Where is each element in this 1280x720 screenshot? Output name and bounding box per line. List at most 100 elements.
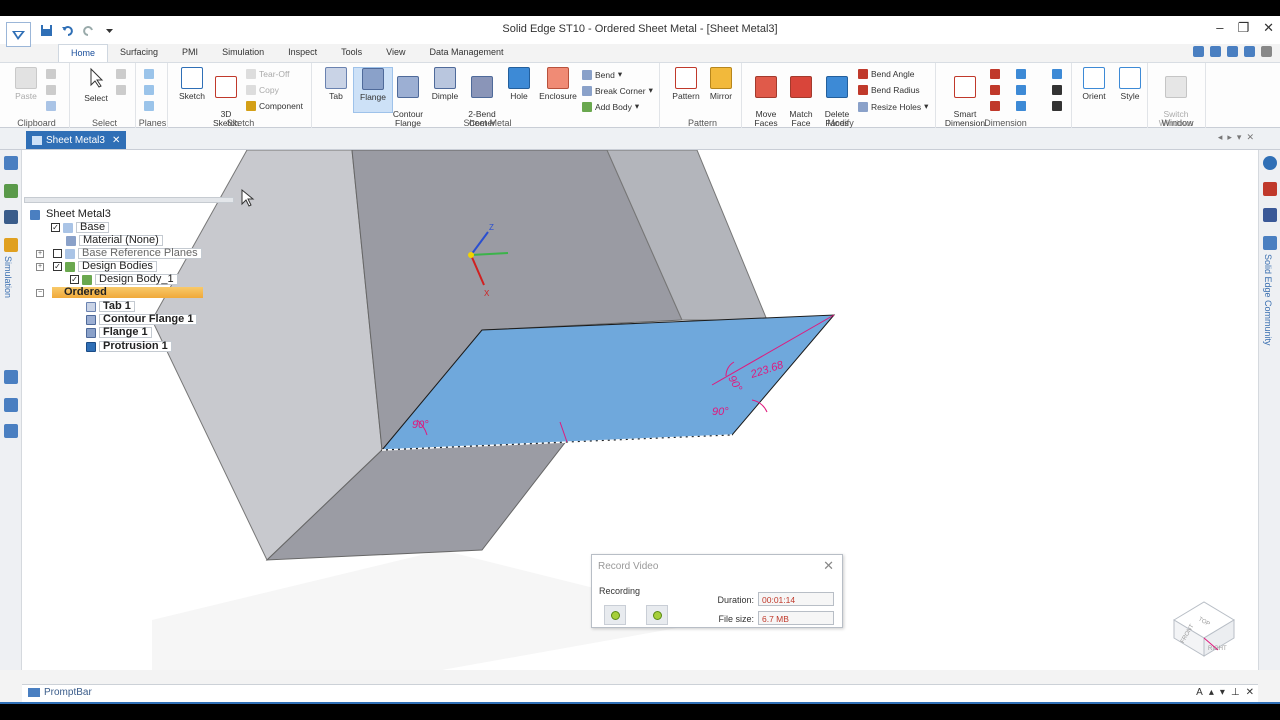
- resize-holes-button[interactable]: Resize Holes ▾: [858, 101, 928, 112]
- text-button[interactable]: [1052, 85, 1062, 95]
- tree-node-design-bodies[interactable]: + ✓ Design Bodies: [36, 261, 157, 272]
- coincident-plane-button[interactable]: [144, 85, 154, 95]
- ribbon-options-icon[interactable]: [1210, 46, 1221, 57]
- break-corner-button[interactable]: Break Corner ▾: [582, 85, 653, 96]
- down-icon[interactable]: ▾: [1220, 687, 1225, 698]
- help-question-icon[interactable]: [1261, 46, 1272, 57]
- tree-node-contour-flange-1[interactable]: Contour Flange 1: [86, 314, 198, 325]
- pin-icon[interactable]: ⊥: [1231, 687, 1240, 698]
- tab-surfacing[interactable]: Surfacing: [108, 44, 170, 62]
- style-button[interactable]: Style: [1110, 67, 1150, 101]
- tab-data-management[interactable]: Data Management: [418, 44, 516, 62]
- close-all-icon[interactable]: ✕: [1246, 132, 1254, 143]
- text-style-button[interactable]: [1052, 101, 1062, 111]
- pattern-button[interactable]: Pattern: [666, 67, 706, 101]
- simulation-label[interactable]: Simulation: [3, 256, 13, 298]
- coordinate-dimension-button[interactable]: [990, 101, 1000, 111]
- select-tools-button[interactable]: [116, 85, 126, 95]
- hole-button[interactable]: Hole: [499, 67, 539, 101]
- mirror-button[interactable]: Mirror: [701, 67, 741, 101]
- bend-button[interactable]: Bend ▾: [582, 69, 622, 80]
- tree-node-tab-1[interactable]: Tab 1: [86, 301, 135, 312]
- enclosure-button[interactable]: Enclosure: [538, 67, 578, 101]
- view-orientation-cube[interactable]: TOP FRONT RIGHT: [1168, 598, 1240, 658]
- orient-button[interactable]: Orient: [1074, 67, 1114, 101]
- layout-icon[interactable]: [1227, 46, 1238, 57]
- distance-between-button[interactable]: [990, 69, 1000, 79]
- reference-planes-checkbox[interactable]: [53, 249, 62, 258]
- close-document-icon[interactable]: ✕: [112, 135, 120, 146]
- tree-node-root[interactable]: Sheet Metal3: [30, 209, 114, 220]
- tree-node-flange-1[interactable]: Flange 1: [86, 327, 152, 338]
- design-bodies-checkbox[interactable]: ✓: [53, 262, 62, 271]
- bend-angle-button[interactable]: Bend Angle: [858, 69, 914, 79]
- angle-dimension-2[interactable]: 90°: [712, 406, 729, 418]
- collapse-ordered[interactable]: −: [36, 288, 44, 297]
- tree-node-ordered[interactable]: − Ordered: [36, 287, 110, 298]
- facebook-icon[interactable]: [1263, 208, 1277, 222]
- pathfinder-icon[interactable]: [4, 156, 18, 170]
- prev-document-icon[interactable]: ◂: [1218, 132, 1223, 143]
- tear-off-button[interactable]: Tear-Off: [246, 69, 290, 79]
- close-prompt-icon[interactable]: ✕: [1246, 687, 1254, 698]
- tree-node-protrusion-1[interactable]: Protrusion 1: [86, 341, 172, 352]
- bend-radius-button[interactable]: Bend Radius: [858, 85, 920, 95]
- layers-icon[interactable]: [4, 184, 18, 198]
- select-button[interactable]: Select: [76, 67, 116, 103]
- expand-reference-planes[interactable]: +: [36, 249, 44, 258]
- views-icon[interactable]: [4, 210, 18, 224]
- community-icon[interactable]: [1263, 236, 1277, 250]
- paste-button[interactable]: Paste: [6, 67, 46, 101]
- tab-inspect[interactable]: Inspect: [276, 44, 329, 62]
- tab-view[interactable]: View: [374, 44, 417, 62]
- copy-button[interactable]: [46, 85, 56, 95]
- close-icon[interactable]: ✕: [1263, 20, 1274, 36]
- add-body-button[interactable]: Add Body ▾: [582, 101, 639, 112]
- document-list-icon[interactable]: ▾: [1237, 132, 1242, 143]
- properties-icon[interactable]: [4, 370, 18, 384]
- annotation-button[interactable]: [1052, 69, 1062, 79]
- tree-node-material[interactable]: Material (None): [66, 235, 163, 246]
- connect-button[interactable]: [1016, 85, 1026, 95]
- arrange-icon[interactable]: [1244, 46, 1255, 57]
- expand-design-bodies[interactable]: +: [36, 262, 44, 271]
- select-filter-button[interactable]: [116, 69, 126, 79]
- angle-dimension-1[interactable]: 90°: [412, 419, 429, 431]
- base-checkbox[interactable]: ✓: [51, 223, 60, 232]
- tab-tools[interactable]: Tools: [329, 44, 374, 62]
- up-icon[interactable]: ▴: [1209, 687, 1214, 698]
- tab-simulation[interactable]: Simulation: [210, 44, 276, 62]
- prompt-bar-tab[interactable]: PromptBar: [28, 687, 92, 698]
- help-circle-icon[interactable]: [1263, 156, 1277, 170]
- tab-home[interactable]: Home: [58, 44, 109, 62]
- plane-button[interactable]: [144, 69, 154, 79]
- record-video-close-icon[interactable]: ✕: [823, 558, 834, 574]
- tree-node-design-body-1[interactable]: ✓ Design Body_1: [70, 274, 178, 285]
- next-document-icon[interactable]: ▸: [1227, 132, 1232, 143]
- simulation-icon[interactable]: [4, 238, 18, 252]
- format-painter-button[interactable]: [46, 101, 56, 111]
- relate-button[interactable]: [1016, 69, 1026, 79]
- family-icon[interactable]: [4, 424, 18, 438]
- youtube-icon[interactable]: [1263, 182, 1277, 196]
- dimple-button[interactable]: Dimple: [425, 67, 465, 101]
- design-body-1-checkbox[interactable]: ✓: [70, 275, 79, 284]
- more-planes-button[interactable]: [144, 101, 154, 111]
- help-icon[interactable]: [1193, 46, 1204, 57]
- library-icon[interactable]: [4, 398, 18, 412]
- community-label[interactable]: Solid Edge Community: [1263, 254, 1273, 346]
- tree-node-reference-planes[interactable]: + Base Reference Planes: [36, 248, 202, 259]
- document-tab[interactable]: Sheet Metal3 ✕: [26, 131, 127, 149]
- flange-button[interactable]: Flange: [353, 67, 393, 113]
- pathfinder-resize-handle[interactable]: [24, 197, 234, 203]
- attach-button[interactable]: [1016, 101, 1026, 111]
- cut-button[interactable]: [46, 69, 56, 79]
- angle-between-button[interactable]: [990, 85, 1000, 95]
- stop-recording-button[interactable]: [646, 605, 668, 625]
- font-size-icon[interactable]: A: [1196, 687, 1203, 698]
- tab-feature-button[interactable]: Tab: [316, 67, 356, 101]
- pause-recording-button[interactable]: [604, 605, 626, 625]
- minimize-icon[interactable]: –: [1216, 20, 1223, 36]
- tree-node-base[interactable]: ✓ Base: [51, 222, 110, 233]
- restore-icon[interactable]: ❐: [1237, 20, 1249, 36]
